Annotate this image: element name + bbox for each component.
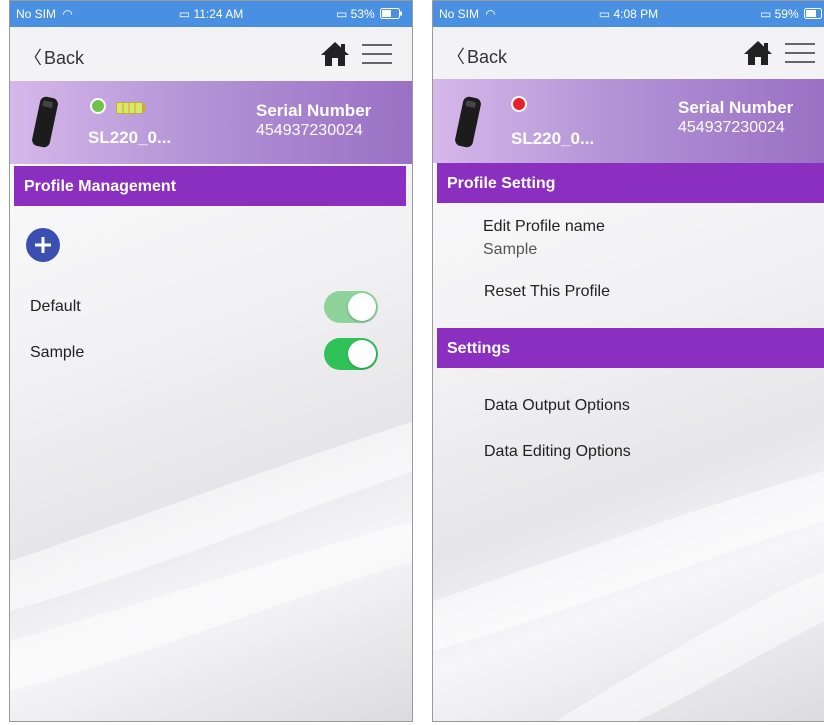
home-icon[interactable] <box>743 40 773 66</box>
serial-number-label: Serial Number <box>256 101 372 120</box>
data-editing-options-item[interactable]: Data Editing Options <box>484 443 631 461</box>
battery-percent-text: 59% <box>774 7 799 21</box>
screen-mirror-icon: ▭ <box>759 7 772 21</box>
device-name: SL220_0... <box>88 128 172 147</box>
connection-status-dot <box>511 96 527 112</box>
profile-setting-screen: No SIM ◠ ▭ 4:08 PM ▭ 59% 〈 Back SL220_0.… <box>432 0 824 722</box>
profile-toggle-default[interactable] <box>324 291 378 323</box>
scanner-device-icon <box>32 96 58 148</box>
device-name: SL220_0... <box>511 129 595 148</box>
settings-header: Settings <box>437 328 824 368</box>
chevron-left-icon: 〈 <box>24 48 42 68</box>
profile-setting-header: Profile Setting <box>437 163 824 203</box>
battery-percent-text: 53% <box>350 7 375 21</box>
status-bar: No SIM ◠ ▭ 11:24 AM ▭ 53% <box>10 1 412 27</box>
screen-mirror-icon: ▭ <box>178 7 191 21</box>
connection-status-dot <box>90 98 106 114</box>
clock-text: 11:24 AM <box>193 7 244 21</box>
edit-profile-name-item[interactable]: Edit Profile name <box>483 218 605 236</box>
profile-label-default: Default <box>30 298 81 315</box>
hamburger-menu-icon[interactable] <box>362 43 392 65</box>
hamburger-menu-icon[interactable] <box>785 42 815 64</box>
serial-number-value: 454937230024 <box>256 122 363 139</box>
profile-label-sample: Sample <box>30 344 85 361</box>
profile-name-value: Sample <box>483 241 538 258</box>
navigation-bar: 〈 Back <box>433 27 824 79</box>
add-profile-button[interactable] <box>26 228 60 262</box>
screen-mirror-icon: ▭ <box>598 7 611 21</box>
profile-management-screen: No SIM ◠ ▭ 11:24 AM ▭ 53% 〈 Back SL220_0… <box>9 0 413 722</box>
status-battery-icon <box>380 8 402 19</box>
back-label: Back <box>467 47 508 67</box>
chevron-left-icon: 〈 <box>447 47 465 67</box>
status-bar: No SIM ◠ ▭ 4:08 PM ▭ 59% <box>433 1 824 27</box>
screen-mirror-icon: ▭ <box>335 7 348 21</box>
profile-toggle-sample[interactable] <box>324 338 378 370</box>
back-label: Back <box>44 48 85 68</box>
toggle-knob <box>348 293 376 321</box>
device-info-banner: SL220_0... Serial Number 454937230024 <box>433 79 824 163</box>
back-button[interactable]: 〈 Back <box>447 43 507 69</box>
device-battery-icon <box>116 102 146 114</box>
serial-number-label: Serial Number <box>678 98 794 117</box>
plus-icon <box>35 237 51 253</box>
data-output-options-item[interactable]: Data Output Options <box>484 397 630 415</box>
navigation-bar: 〈 Back <box>10 27 412 81</box>
profile-management-header: Profile Management <box>14 166 406 206</box>
section-title: Profile Management <box>24 178 177 195</box>
scanner-device-icon <box>455 96 481 148</box>
section-title: Profile Setting <box>447 175 556 192</box>
status-battery-icon <box>804 8 822 19</box>
reset-profile-item[interactable]: Reset This Profile <box>484 283 610 301</box>
serial-number-value: 454937230024 <box>678 119 785 136</box>
back-button[interactable]: 〈 Back <box>24 44 84 70</box>
device-info-banner: SL220_0... Serial Number 454937230024 <box>10 81 412 164</box>
section-title: Settings <box>447 340 511 357</box>
home-icon[interactable] <box>320 41 350 67</box>
clock-text: 4:08 PM <box>613 7 659 21</box>
toggle-knob <box>348 340 376 368</box>
